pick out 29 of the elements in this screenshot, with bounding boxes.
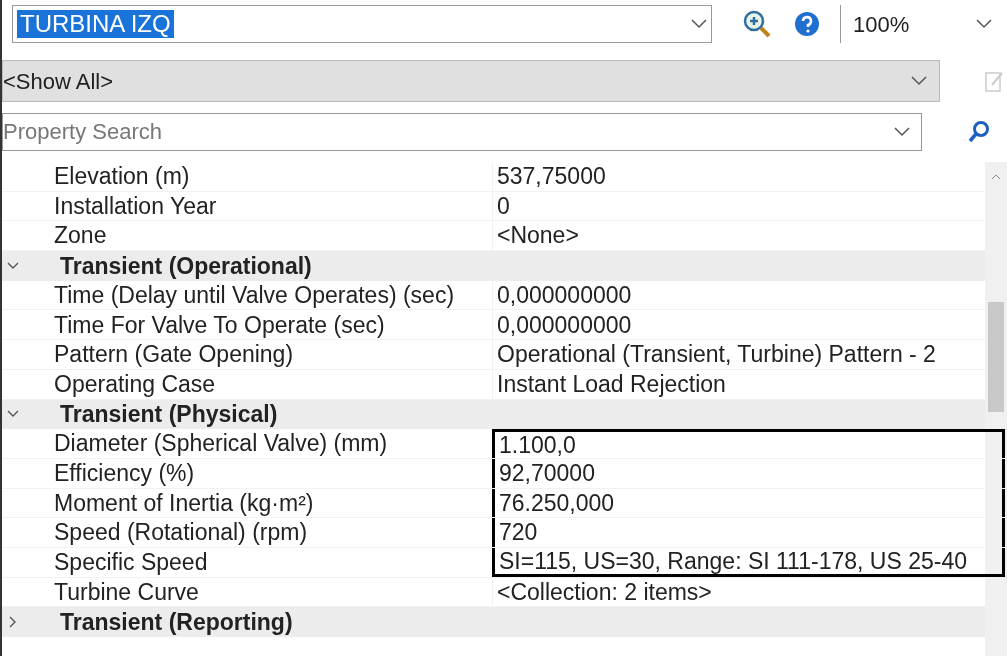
property-name: Installation Year — [54, 191, 218, 221]
chevron-down-icon — [691, 19, 707, 29]
chevron-down-icon — [911, 76, 927, 86]
scroll-up-icon[interactable] — [991, 174, 1001, 180]
property-name: Diameter (Spherical Valve) (mm) — [54, 429, 389, 459]
zoom-in-icon[interactable] — [742, 9, 772, 39]
category-header[interactable]: Transient (Reporting) — [60, 604, 293, 640]
chevron-down-icon — [894, 127, 910, 137]
filter-value: <Show All> — [3, 67, 114, 96]
filter-dropdown[interactable]: <Show All> — [2, 60, 940, 102]
property-search-field[interactable]: Property Search — [2, 113, 922, 151]
property-name: Turbine Curve — [54, 577, 200, 607]
property-name: Elevation (m) — [54, 162, 191, 192]
scrollbar-thumb[interactable] — [988, 302, 1004, 412]
property-name: Speed (Rotational) (rpm) — [54, 518, 309, 548]
element-selector[interactable]: TURBINA IZQ — [12, 5, 712, 43]
help-icon[interactable] — [794, 11, 820, 37]
property-name: Time For Valve To Operate (sec) — [54, 310, 386, 340]
chevron-down-icon — [976, 19, 992, 29]
property-name: Zone — [54, 221, 108, 251]
property-name: Moment of Inertia (kg·m²) — [54, 488, 315, 518]
property-name: Efficiency (%) — [54, 458, 196, 488]
search-icon[interactable] — [968, 120, 990, 144]
zoom-dropdown[interactable]: 100% — [840, 5, 1000, 43]
selector-value: TURBINA IZQ — [17, 10, 174, 38]
property-name: Specific Speed — [54, 548, 209, 578]
property-name: Operating Case — [54, 369, 217, 399]
property-name: Pattern (Gate Opening) — [54, 340, 295, 370]
zoom-value: 100% — [853, 10, 910, 39]
